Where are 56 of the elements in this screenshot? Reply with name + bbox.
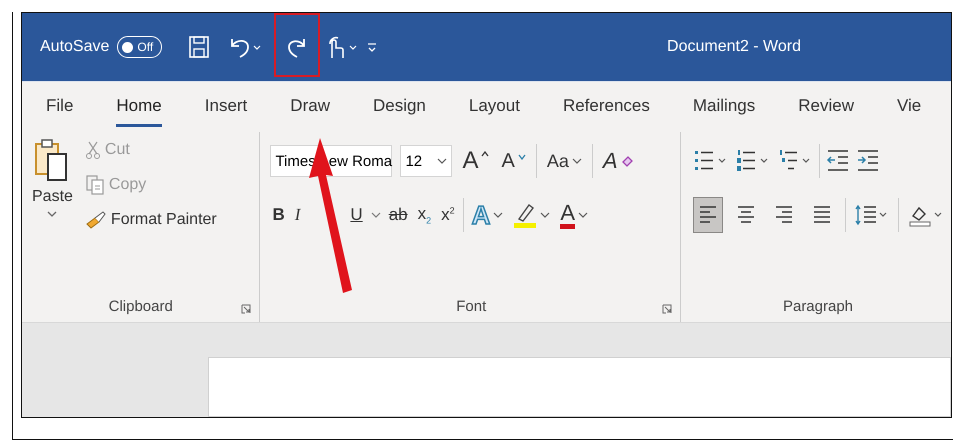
align-right-icon [774,204,794,226]
decrease-indent-icon[interactable] [826,148,850,174]
down-caret-icon [518,154,526,160]
format-button[interactable]: x$_{2}$ [416,204,434,226]
save-icon[interactable] [188,35,210,59]
highlight-button[interactable] [511,201,552,229]
caret-icon [493,211,504,219]
caret-icon [370,211,381,219]
copy-icon [84,174,105,196]
caret-icon [540,211,550,219]
align-left-icon [698,204,718,226]
font-size-field[interactable]: 12 [400,145,452,177]
font-color-button[interactable]: A [558,202,590,228]
window-title: Document2 - Word [667,38,801,56]
align-justify-icon [812,204,832,226]
scissors-icon [84,140,101,160]
paste-button[interactable]: Paste [30,134,75,222]
eraser-icon [620,155,633,167]
align-button[interactable] [693,197,723,233]
ribbon-tab[interactable]: Vie [896,88,922,126]
highlighter-icon [513,201,538,229]
group-label: Paragraph [782,298,854,314]
caret-icon [572,157,582,165]
clear-formatting-button[interactable]: A [600,148,635,174]
format-button[interactable]: U [348,205,365,225]
highlight-box [274,13,320,77]
ribbon-tab[interactable]: Design [372,88,426,126]
grow-font-button[interactable]: A [460,147,492,175]
ribbon-tab[interactable]: References [562,88,650,126]
shrink-font-button[interactable]: A [499,150,528,172]
autosave-label: AutoSave [40,38,110,56]
format-button[interactable]: ab [386,205,410,225]
ribbon-tab[interactable]: File [46,88,74,126]
change-case-button[interactable]: Aa [544,150,584,172]
ribbon-tab[interactable]: Mailings [692,88,756,126]
format-button[interactable]: B [270,205,287,225]
autosave-toggle[interactable]: Off [117,36,162,58]
group-label: Font [456,298,486,314]
up-caret-icon [481,151,490,157]
align-center-icon [736,204,756,226]
caret-icon [437,157,448,165]
format-button[interactable]: I [292,205,302,225]
paintbrush-icon [84,210,107,230]
dialog-launcher-icon[interactable] [241,304,252,314]
ribbon-tab[interactable]: Layout [468,88,520,126]
caret-icon [578,211,588,219]
dialog-launcher-icon[interactable] [662,304,672,314]
ribbon-tab[interactable]: Home [116,88,162,126]
ribbon-tab[interactable]: Insert [204,88,248,126]
increase-indent-icon[interactable] [856,148,880,174]
format-button[interactable]: x$^{2}$ [439,205,457,225]
ribbon-tab[interactable]: Review [798,88,854,126]
format-painter-button[interactable]: Format Painter [82,208,219,232]
caret-icon [47,210,58,218]
group-label: Clipboard [108,298,173,314]
ribbon-tab[interactable]: Draw [290,88,330,126]
